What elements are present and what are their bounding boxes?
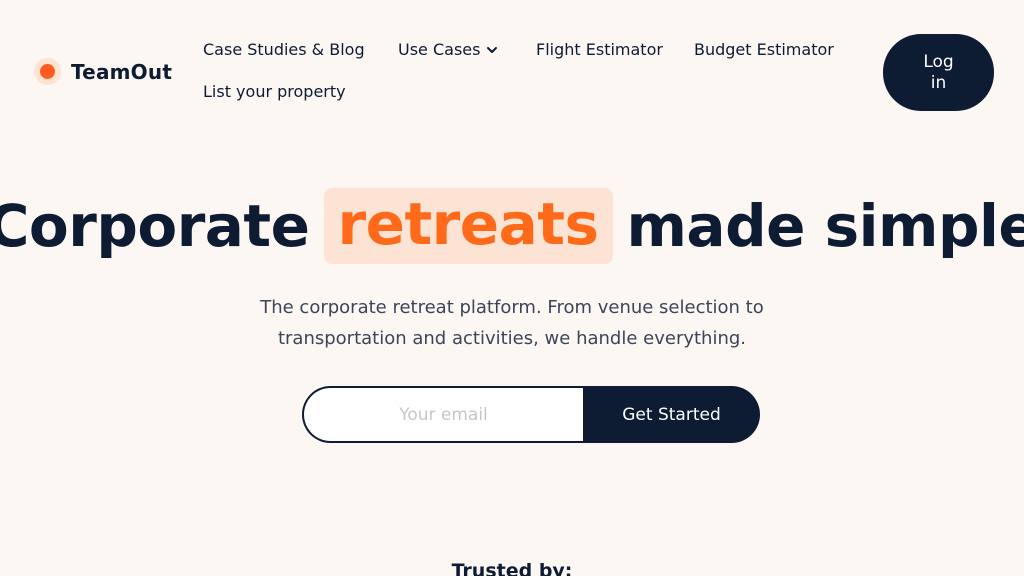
brand-name: TeamOut xyxy=(71,59,173,84)
login-button[interactable]: Log in xyxy=(883,34,994,111)
trusted-by-heading: Trusted by: xyxy=(451,560,573,576)
login-button-label: Log in xyxy=(923,51,954,93)
nav-use-cases-label: Use Cases xyxy=(398,40,481,59)
signup-form: Get Started xyxy=(302,386,760,443)
get-started-button[interactable]: Get Started xyxy=(583,386,760,443)
hero-title-highlight: retreats xyxy=(323,188,613,264)
logo-dot-icon xyxy=(34,58,61,85)
brand-logo[interactable]: TeamOut xyxy=(34,58,172,85)
hero-subtitle-line-2: transportation and activities, we handle… xyxy=(277,328,747,349)
nav-case-studies-link[interactable]: Case Studies & Blog xyxy=(203,40,365,59)
nav-flight-estimator-link[interactable]: Flight Estimator xyxy=(536,40,663,59)
nav-use-cases-dropdown[interactable]: Use Cases xyxy=(398,40,498,59)
hero-title: Corporate retreats made simple xyxy=(0,188,1024,264)
nav-list-property-link[interactable]: List your property xyxy=(203,82,346,101)
hero-title-start: Corporate xyxy=(0,192,310,260)
hero-subtitle-line-1: The corporate retreat platform. From ven… xyxy=(260,297,764,318)
email-input[interactable] xyxy=(302,386,583,443)
nav-budget-estimator-link[interactable]: Budget Estimator xyxy=(694,40,834,59)
landing-page: TeamOut Case Studies & Blog Use Cases Fl… xyxy=(0,0,1024,576)
chevron-down-icon xyxy=(487,46,498,53)
hero-title-end: made simple xyxy=(626,192,1024,260)
hero-subtitle: The corporate retreat platform. From ven… xyxy=(0,292,1024,354)
